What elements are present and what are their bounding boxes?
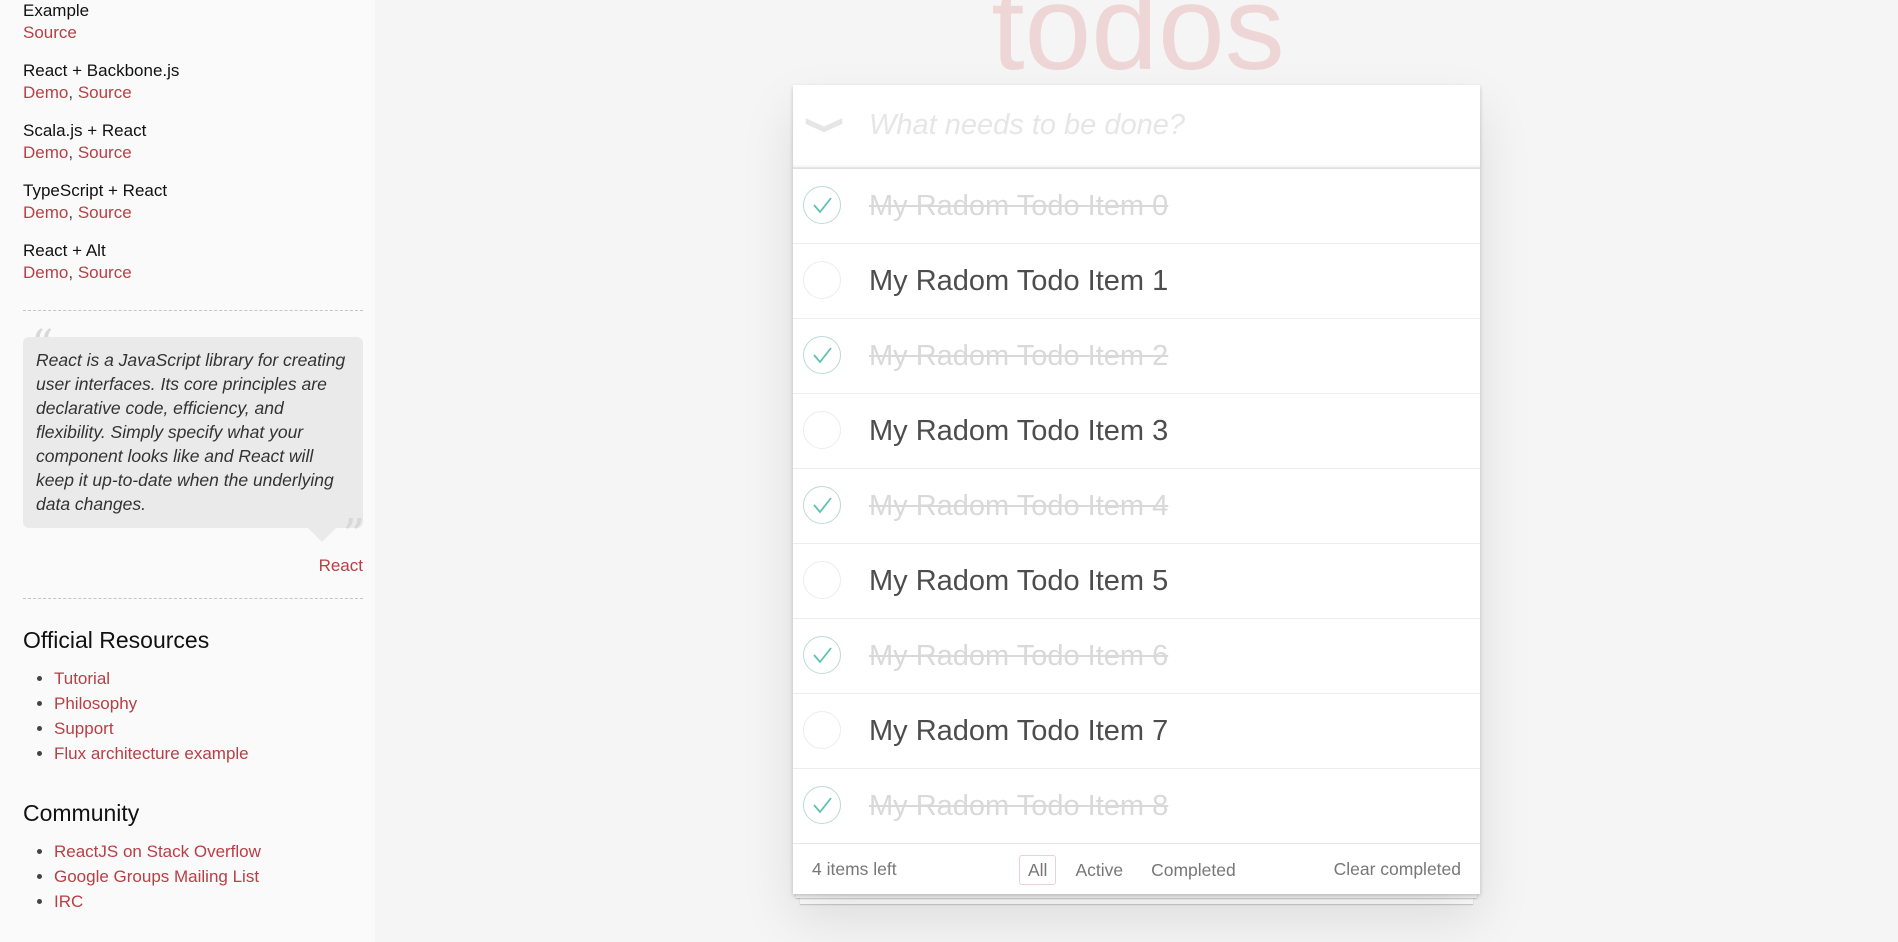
example-demo-link[interactable]: Demo <box>23 263 68 282</box>
todo-list: My Radom Todo Item 0 My Radom Todo Item 1… <box>793 168 1480 843</box>
todo-label[interactable]: My Radom Todo Item 7 <box>869 694 1168 768</box>
sidebar: Example Source React + Backbone.js Demo, So… <box>0 0 375 942</box>
example-entry: TypeScript + React Demo, Source <box>23 180 363 224</box>
official-resource-link[interactable]: Philosophy <box>54 694 137 713</box>
checkmark-icon <box>813 497 832 514</box>
todo-toggle-checkbox[interactable] <box>803 411 841 449</box>
example-links: Demo, Source <box>23 142 363 164</box>
divider <box>23 598 363 599</box>
clear-completed-button[interactable]: Clear completed <box>1334 859 1461 880</box>
separator: , <box>68 143 78 162</box>
todo-label[interactable]: My Radom Todo Item 5 <box>869 544 1168 618</box>
example-entry: Scala.js + React Demo, Source <box>23 120 363 164</box>
checkmark-icon <box>813 647 832 664</box>
todo-label[interactable]: My Radom Todo Item 3 <box>869 394 1168 468</box>
example-source-link[interactable]: Source <box>78 143 132 162</box>
todo-item: My Radom Todo Item 2 <box>793 318 1480 393</box>
official-resource-link[interactable]: Tutorial <box>54 669 110 688</box>
example-demo-link[interactable]: Demo <box>23 203 68 222</box>
todo-toggle-checkbox[interactable] <box>803 711 841 749</box>
filter-completed[interactable]: Completed <box>1142 855 1245 885</box>
community-link[interactable]: ReactJS on Stack Overflow <box>54 842 261 861</box>
todo-item: My Radom Todo Item 1 <box>793 243 1480 318</box>
community-heading: Community <box>23 800 140 826</box>
todo-item: My Radom Todo Item 5 <box>793 543 1480 618</box>
separator: , <box>68 203 78 222</box>
new-todo-input[interactable] <box>869 103 1449 147</box>
checkmark-icon <box>813 347 832 364</box>
todo-label[interactable]: My Radom Todo Item 6 <box>869 619 1168 693</box>
checkmark-icon <box>813 197 832 214</box>
todo-toggle-checkbox[interactable] <box>803 186 841 224</box>
separator: , <box>68 263 78 282</box>
todo-toggle-checkbox[interactable] <box>803 636 841 674</box>
chevron-down-icon[interactable]: ❯ <box>805 109 850 141</box>
official-resource-link[interactable]: Flux architecture example <box>54 744 249 763</box>
todo-item: My Radom Todo Item 8 <box>793 768 1480 843</box>
todo-label[interactable]: My Radom Todo Item 1 <box>869 244 1168 318</box>
example-source-link[interactable]: Source <box>78 203 132 222</box>
example-title: Scala.js + React <box>23 121 147 140</box>
todo-footer: 4 items left All Active Completed Clear co… <box>793 843 1480 894</box>
divider <box>23 310 363 311</box>
example-source-link[interactable]: Source <box>78 263 132 282</box>
example-links: Demo, Source <box>23 202 363 224</box>
list-item: Tutorial <box>54 666 363 691</box>
example-links: Demo, Source <box>23 262 363 284</box>
list-item: IRC <box>54 889 363 914</box>
example-title: TypeScript + React <box>23 181 168 200</box>
filter-all[interactable]: All <box>1019 855 1057 885</box>
todo-header: ❯ <box>793 85 1480 168</box>
quote-cite: React <box>23 556 363 576</box>
example-title: React + Alt <box>23 241 106 260</box>
todo-toggle-checkbox[interactable] <box>803 261 841 299</box>
community-list: ReactJS on Stack Overflow Google Groups M… <box>23 839 363 914</box>
items-left-count: 4 items left <box>812 859 897 879</box>
checkmark-icon <box>813 797 832 814</box>
filters: All Active Completed <box>1019 855 1255 885</box>
todo-toggle-checkbox[interactable] <box>803 561 841 599</box>
official-resource-link[interactable]: Support <box>54 719 114 738</box>
todo-toggle-checkbox[interactable] <box>803 786 841 824</box>
todo-label[interactable]: My Radom Todo Item 8 <box>869 769 1168 843</box>
list-item: Google Groups Mailing List <box>54 864 363 889</box>
community-link[interactable]: IRC <box>54 892 83 911</box>
close-quote-icon: ” <box>342 510 366 561</box>
quote-text: React is a JavaScript library for creati… <box>23 337 363 528</box>
example-demo-link[interactable]: Demo <box>23 143 68 162</box>
todo-label[interactable]: My Radom Todo Item 4 <box>869 469 1168 543</box>
quote-block: “ React is a JavaScript library for crea… <box>23 325 365 558</box>
todo-toggle-checkbox[interactable] <box>803 336 841 374</box>
list-item: Support <box>54 716 363 741</box>
list-item: Philosophy <box>54 691 363 716</box>
todo-app: ❯ My Radom Todo Item 0My Radom Todo Item… <box>793 85 1480 894</box>
example-entry: React + Alt Demo, Source <box>23 240 363 284</box>
official-resources-list: Tutorial Philosophy Support Flux architectu… <box>23 666 363 766</box>
todo-label[interactable]: My Radom Todo Item 2 <box>869 319 1168 393</box>
todo-toggle-checkbox[interactable] <box>803 486 841 524</box>
todo-label[interactable]: My Radom Todo Item 0 <box>869 169 1168 243</box>
list-item: ReactJS on Stack Overflow <box>54 839 363 864</box>
todo-item: My Radom Todo Item 0 <box>793 168 1480 243</box>
todo-item: My Radom Todo Item 3 <box>793 393 1480 468</box>
community-link[interactable]: Google Groups Mailing List <box>54 867 259 886</box>
list-item: Flux architecture example <box>54 741 363 766</box>
app-title: todos <box>991 0 1285 95</box>
quote-tail <box>308 528 336 542</box>
todo-item: My Radom Todo Item 4 <box>793 468 1480 543</box>
todo-item: My Radom Todo Item 6 <box>793 618 1480 693</box>
filter-active[interactable]: Active <box>1066 855 1132 885</box>
official-resources-heading: Official Resources <box>23 627 210 653</box>
todo-item: My Radom Todo Item 7 <box>793 693 1480 768</box>
